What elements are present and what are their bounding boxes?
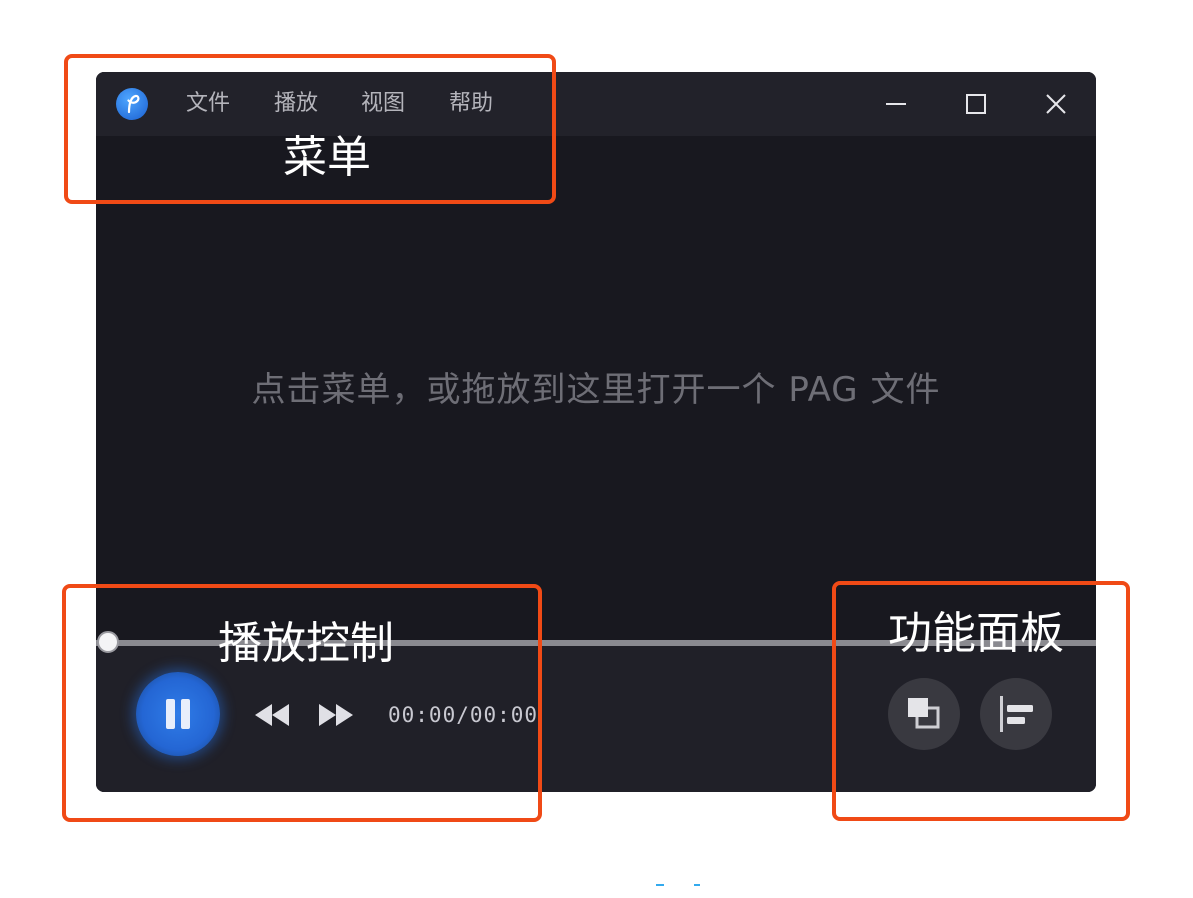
annotation-panel-label: 功能面板 bbox=[888, 608, 1064, 659]
maximize-button[interactable] bbox=[956, 84, 996, 124]
minimize-icon bbox=[886, 103, 906, 105]
decorative-mark bbox=[694, 884, 700, 886]
decorative-mark bbox=[656, 884, 664, 886]
minimize-button[interactable] bbox=[876, 84, 916, 124]
annotation-controls-label: 播放控制 bbox=[218, 618, 394, 669]
close-button[interactable] bbox=[1036, 84, 1076, 124]
close-icon bbox=[1046, 94, 1066, 114]
annotation-menu-label: 菜单 bbox=[283, 132, 371, 183]
drop-hint-text: 点击菜单，或拖放到这里打开一个 PAG 文件 bbox=[251, 370, 941, 410]
maximize-icon bbox=[966, 94, 986, 114]
